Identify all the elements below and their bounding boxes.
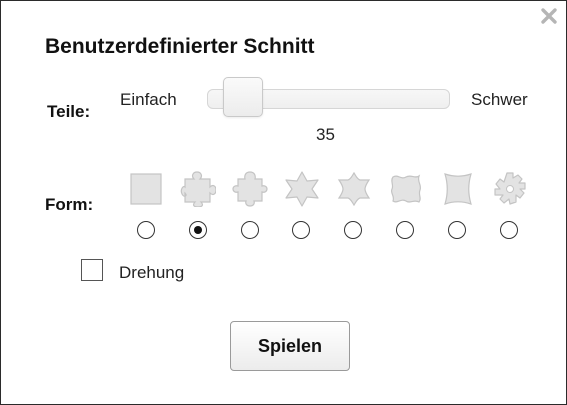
- star-puzzle-piece-icon[interactable]: [284, 171, 320, 207]
- close-icon[interactable]: [540, 7, 558, 25]
- shape-radio-7[interactable]: [448, 221, 466, 239]
- shape-label: Form:: [45, 195, 94, 214]
- play-button[interactable]: Spielen: [230, 321, 350, 371]
- shape-radio-2[interactable]: [189, 221, 207, 239]
- shape-radio-3[interactable]: [241, 221, 259, 239]
- square-piece-icon[interactable]: [128, 171, 164, 207]
- rotation-checkbox[interactable]: [81, 259, 103, 281]
- hexagram-puzzle-piece-icon[interactable]: [336, 171, 372, 207]
- shape-radio-6[interactable]: [396, 221, 414, 239]
- shape-radio-5[interactable]: [344, 221, 362, 239]
- pieces-label: Teile:: [47, 102, 91, 121]
- gear-puzzle-piece-icon[interactable]: [492, 171, 528, 207]
- pieces-slider-handle[interactable]: [223, 77, 264, 117]
- rotation-label: Drehung: [119, 263, 185, 282]
- shape-radio-8[interactable]: [500, 221, 518, 239]
- dialog-title: Benutzerdefinierter Schnitt: [45, 35, 315, 58]
- classic-puzzle-piece-icon[interactable]: [180, 171, 216, 207]
- slider-max-label: Schwer: [471, 90, 528, 109]
- wavy-puzzle-piece-icon[interactable]: [388, 171, 424, 207]
- shape-radio-1[interactable]: [137, 221, 155, 239]
- curved-tile-icon[interactable]: [440, 171, 476, 207]
- pieces-count-value: 35: [316, 125, 335, 144]
- slider-min-label: Einfach: [120, 90, 177, 109]
- custom-cut-dialog: Benutzerdefinierter Schnitt Teile: Einfa…: [0, 0, 567, 405]
- shape-radio-4[interactable]: [292, 221, 310, 239]
- cross-puzzle-piece-icon[interactable]: [232, 171, 268, 207]
